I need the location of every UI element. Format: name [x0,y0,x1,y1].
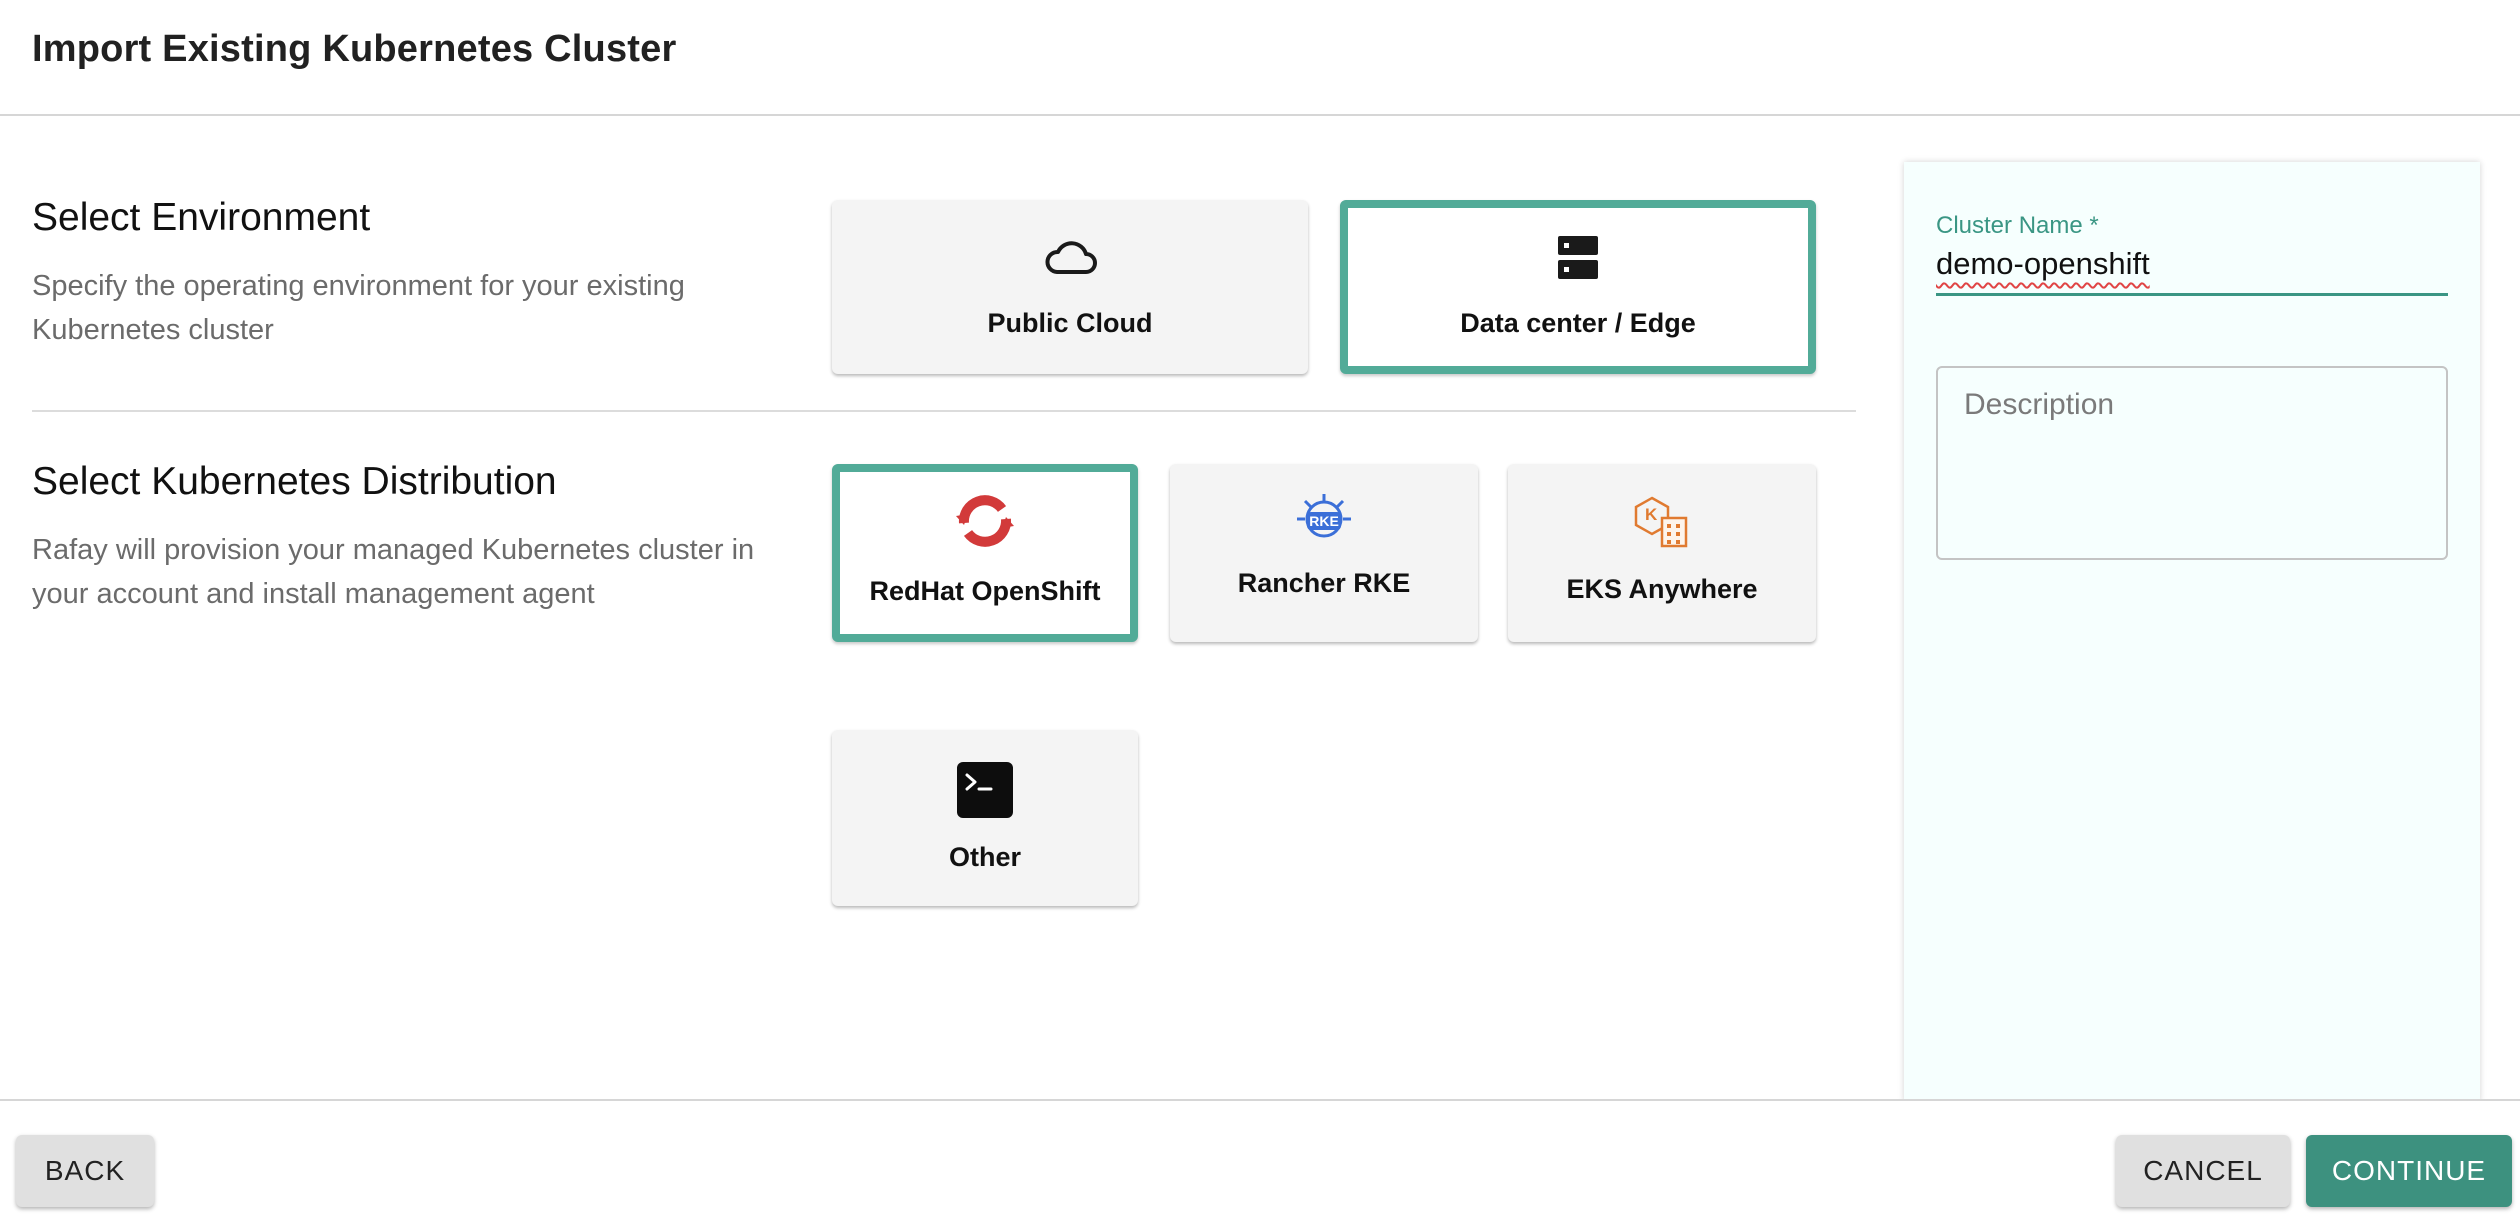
description-input[interactable] [1938,368,2446,558]
dist-option-label: Rancher RKE [1237,568,1411,598]
back-button[interactable]: BACK [16,1135,154,1207]
env-option-label: Data center / Edge [1460,308,1696,338]
cluster-name-input[interactable]: demo-openshift [1936,246,2448,296]
environment-section-title: Select Environment [32,196,371,239]
cloud-icon [1045,241,1097,274]
dialog-footer: BACK CANCEL CONTINUE [0,1099,2520,1232]
cluster-details-panel: Cluster Name * demo-openshift [1904,162,2480,1102]
eks-icon-text: K [1645,505,1658,524]
environment-section-description: Specify the operating environment for yo… [32,270,685,346]
env-option-public-cloud[interactable]: Public Cloud [832,200,1308,374]
continue-button[interactable]: CONTINUE [2306,1135,2512,1207]
section-divider [32,410,1856,412]
dist-option-label: EKS Anywhere [1566,574,1758,604]
dialog-header: Import Existing Kubernetes Cluster [0,0,2520,116]
dist-option-label: Other [948,842,1021,872]
rancher-rke-icon: RKE [1293,492,1355,542]
cluster-name-value: demo-openshift [1936,246,2150,281]
env-option-label: Public Cloud [987,308,1153,338]
dist-option-label: RedHat OpenShift [869,576,1101,606]
dist-option-redhat-openshift[interactable]: RedHat OpenShift [832,464,1138,642]
server-icon [1558,236,1598,279]
dist-option-eks-anywhere[interactable]: K EKS Anywhere [1508,464,1816,642]
eks-anywhere-icon: K [1632,494,1692,550]
dist-option-rancher-rke[interactable]: RKE Rancher RKE [1170,464,1478,642]
description-field[interactable] [1936,366,2448,560]
env-option-data-center-edge[interactable]: Data center / Edge [1340,200,1816,374]
terminal-icon [957,762,1013,818]
distribution-section-title: Select Kubernetes Distribution [32,460,557,503]
distribution-section-description: Rafay will provision your managed Kubern… [32,534,755,610]
rke-icon-text: RKE [1309,513,1339,529]
page-title: Import Existing Kubernetes Cluster [32,28,677,70]
cluster-name-label: Cluster Name * [1936,212,2099,239]
cancel-button[interactable]: CANCEL [2116,1135,2290,1207]
dist-option-other[interactable]: Other [832,730,1138,906]
openshift-icon [956,495,1014,547]
